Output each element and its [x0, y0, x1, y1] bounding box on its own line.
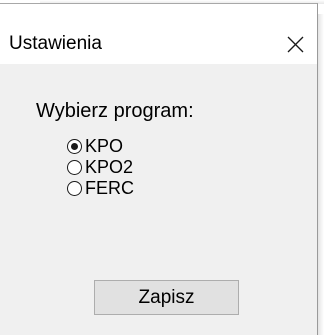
- radio-unchecked-icon[interactable]: [67, 160, 82, 175]
- window-shadow-right: [318, 14, 324, 335]
- radio-unchecked-icon[interactable]: [67, 181, 82, 196]
- title-bar[interactable]: Ustawienia: [0, 4, 317, 64]
- window-title: Ustawienia: [9, 33, 102, 54]
- save-button[interactable]: Zapisz: [94, 280, 239, 315]
- radio-label-kpo: KPO: [85, 136, 124, 156]
- dialog-content: Wybierz program: KPO KPO2 FERC Zapisz: [0, 64, 317, 335]
- radio-option-ferc[interactable]: FERC: [67, 178, 134, 199]
- radio-checked-icon[interactable]: [67, 139, 82, 154]
- screenshot-page: Ustawienia Wybierz program: KPO KPO2 FER: [0, 0, 324, 335]
- radio-label-ferc: FERC: [85, 178, 134, 198]
- radio-option-kpo[interactable]: KPO: [67, 136, 123, 157]
- close-button[interactable]: [273, 24, 317, 64]
- settings-dialog: Ustawienia Wybierz program: KPO KPO2 FER: [0, 3, 318, 335]
- radio-option-kpo2[interactable]: KPO2: [67, 157, 133, 178]
- close-icon: [287, 36, 304, 53]
- radio-label-kpo2: KPO2: [85, 157, 134, 177]
- program-prompt-label: Wybierz program:: [36, 100, 194, 122]
